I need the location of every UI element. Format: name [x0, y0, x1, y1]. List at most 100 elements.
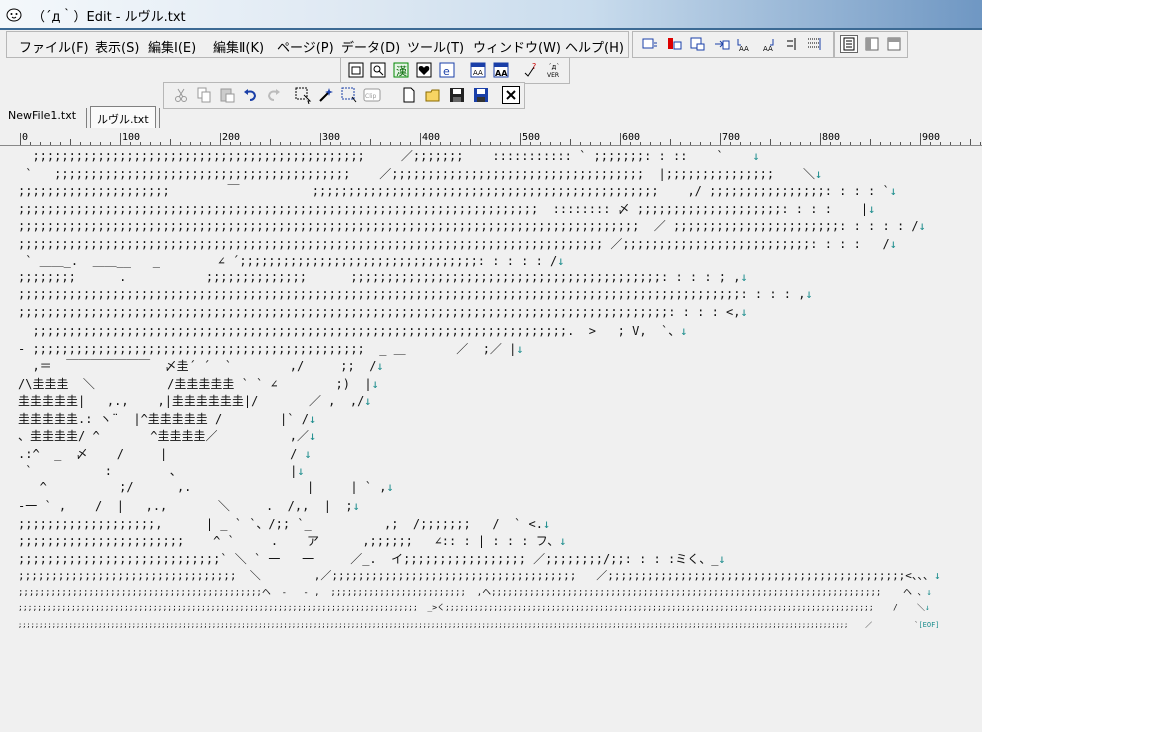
cut-icon[interactable] — [172, 86, 190, 104]
ruler-tick — [970, 139, 971, 145]
text-line: ;;;;;;;;;;;;;;;;;;;;; ￣ ;;;;;;;;;;;;;;;;… — [18, 182, 897, 199]
svg-text:AA: AA — [763, 45, 773, 53]
preview-icon[interactable] — [369, 61, 387, 79]
aa-left-icon[interactable]: AA — [735, 35, 753, 53]
insert-box-icon[interactable] — [689, 35, 707, 53]
ruler-tick — [680, 142, 681, 145]
app-icon[interactable] — [6, 6, 22, 22]
ruler-tick — [320, 133, 321, 145]
ruler-tick — [790, 142, 791, 145]
ruler-label: 500 — [522, 132, 541, 143]
layout-split-icon[interactable] — [863, 35, 881, 53]
ruler-tick — [260, 142, 261, 145]
ruler-tick — [70, 139, 71, 145]
ruler-tick — [910, 142, 911, 145]
ruler-tick — [590, 142, 591, 145]
text-line: ` : 、 |↓ — [18, 462, 304, 479]
close-file-icon[interactable] — [502, 86, 520, 104]
heart-icon[interactable] — [415, 61, 433, 79]
save-as-icon[interactable] — [472, 86, 490, 104]
ruler-tick — [20, 133, 21, 145]
layout-panel-icon[interactable] — [885, 35, 903, 53]
ruler-tick — [210, 142, 211, 145]
aa-right-icon[interactable]: AA — [759, 35, 777, 53]
ruler-tick — [350, 142, 351, 145]
ruler-label: 200 — [222, 132, 241, 143]
save-icon[interactable] — [448, 86, 466, 104]
redo-icon[interactable] — [264, 86, 282, 104]
text-line: ` ;;;;;;;;;;;;;;;;;;;;;;;;;;;;;;;;;;;;;;… — [18, 165, 822, 182]
paste-icon[interactable] — [218, 86, 236, 104]
menu-help[interactable]: ヘルプ(H) — [565, 37, 624, 56]
line-text: 圭圭圭圭圭.: ヽ¨ |^圭圭圭圭圭 / |` / — [18, 411, 309, 426]
line-end-marker: ↓ — [889, 184, 897, 198]
line-end-marker: ↓ — [718, 551, 726, 566]
line-end-marker: ↓ — [889, 236, 897, 251]
insert-red-icon[interactable] — [665, 35, 683, 53]
line-text: ;;;;;;;;;;;;;;;;;;;;;;;;;;;;;;;;;;;;;;;;… — [18, 603, 926, 612]
check-icon[interactable]: ? — [522, 61, 540, 79]
text-line: 圭圭圭圭圭.: ヽ¨ |^圭圭圭圭圭 / |` /↓ — [18, 410, 316, 427]
layout-single-icon[interactable] — [840, 35, 858, 53]
menu-window[interactable]: ウィンドウ(W) — [473, 37, 561, 56]
version-icon[interactable]: ´д` VER — [545, 61, 563, 79]
menu-edit1[interactable]: 編集Ⅰ(E) — [148, 37, 196, 56]
rect-select-icon[interactable] — [340, 86, 358, 104]
line-text: ^ ;/ ,. | | ` , — [18, 479, 387, 494]
line-end-marker: ↓ — [542, 516, 551, 531]
select-icon[interactable] — [294, 86, 312, 104]
title-bar[interactable]: （´д｀）Edit - ルヴル.txt — [0, 0, 982, 28]
menu-edit2[interactable]: 編集Ⅱ(K) — [213, 37, 264, 56]
ruler-tick — [80, 142, 81, 145]
grid-dots-icon[interactable] — [805, 35, 823, 53]
ruler-tick — [840, 142, 841, 145]
tab-active-file[interactable]: ルヴル.txt — [90, 106, 156, 128]
line-text: ;;;;;;;;;;;;;;;;;;;;;;;;;;;;;;;;; ＼ ,／;;… — [18, 569, 934, 582]
ruler-tick — [160, 142, 161, 145]
tab-divider — [86, 108, 87, 128]
text-line: ;;;;;;;;;;;;;;;;;;;;;;;;;;;;;;;;;;;;;;;;… — [18, 147, 759, 164]
copy-icon[interactable] — [195, 86, 213, 104]
menu-page[interactable]: ページ(P) — [277, 37, 334, 56]
ruler-tick — [640, 142, 641, 145]
text-line: ;;;;;;;;;;;;;;;;;;;;;;;;;;;;;;;;;;;;;;;;… — [18, 287, 813, 304]
ruler-tick — [200, 142, 201, 145]
insert-left-icon[interactable] — [641, 35, 659, 53]
aa-list-icon[interactable]: AA — [469, 61, 487, 79]
ruler-tick — [980, 142, 981, 145]
kanji-icon[interactable]: 漢 — [392, 61, 410, 79]
aa-template-icon[interactable]: AA — [492, 61, 510, 79]
open-folder-icon[interactable] — [424, 86, 442, 104]
menu-view[interactable]: 表示(S) — [95, 37, 139, 56]
line-text: ;;;;;;;;;;;;;;;;;;;;;;;;;;;;;;;;;;;;;;;;… — [18, 620, 919, 629]
ruler-tick — [720, 133, 721, 145]
menu-tools[interactable]: ツール(T) — [407, 37, 464, 56]
line-text: ` ＿＿_. ＿＿__ _ ∠ ´;;;;;;;;;;;;;;;;;;;;;;;… — [18, 254, 558, 268]
new-file-icon[interactable] — [400, 86, 418, 104]
ruler-tick — [880, 142, 881, 145]
undo-icon[interactable] — [242, 86, 260, 104]
menu-file[interactable]: ファイル(F) — [19, 37, 89, 56]
ruler-tick — [250, 142, 251, 145]
line-end-marker: ↓ — [557, 254, 565, 268]
align-icon[interactable] — [783, 35, 801, 53]
line-end-marker: ↓ — [516, 341, 524, 356]
ruler-label: 100 — [122, 132, 141, 143]
magic-select-icon[interactable] — [317, 86, 335, 104]
page-view-icon[interactable] — [347, 61, 365, 79]
insert-arrow-icon[interactable] — [713, 35, 731, 53]
ruler-tick — [810, 142, 811, 145]
svg-text:AA: AA — [473, 69, 483, 77]
clip-icon[interactable]: Clip — [363, 86, 381, 104]
ruler-tick — [780, 142, 781, 145]
ruler-tick — [120, 133, 121, 145]
line-end-marker: ↓ — [740, 269, 748, 284]
line-text: ;;;;;;;; . ;;;;;;;;;;;;;; ;;;;;;;;;;;;;;… — [18, 269, 741, 284]
text-editor[interactable]: ;;;;;;;;;;;;;;;;;;;;;;;;;;;;;;;;;;;;;;;;… — [0, 146, 982, 732]
tab-newfile1[interactable]: NewFile1.txt — [8, 109, 76, 122]
svg-text:AA: AA — [495, 69, 508, 78]
line-text: ,＝ ￣￣￣￣￣￣￣ 〆圭´ ´ ` ,/ ;; / — [18, 359, 377, 373]
ruler-tick — [220, 133, 221, 145]
browser-icon[interactable]: e — [438, 61, 456, 79]
menu-data[interactable]: データ(D) — [341, 37, 400, 56]
